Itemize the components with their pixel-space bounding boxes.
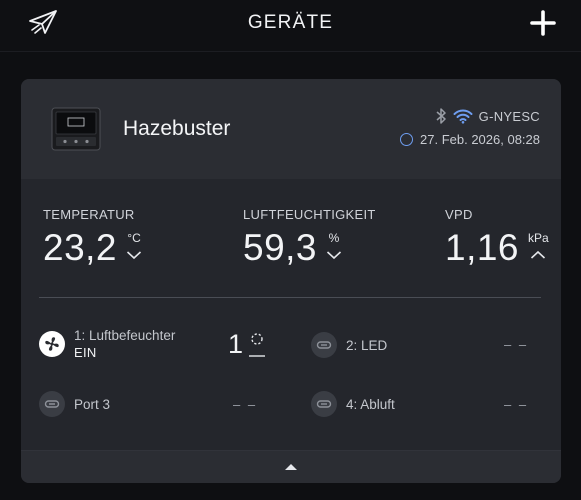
port-value: 1 (228, 329, 244, 359)
reading-unit: °C (127, 231, 141, 245)
port-1[interactable]: 1: Luftbefeuchter EIN (39, 328, 175, 360)
device-card[interactable]: Hazebuster G-NYESC 27. Feb. 2026, 08:28 … (21, 79, 561, 483)
port-name: 1: Luftbefeuchter (74, 328, 176, 343)
plug-icon (311, 391, 337, 417)
port-2[interactable]: 2: LED (311, 332, 387, 358)
status-ring-icon (400, 132, 414, 146)
plug-icon (311, 332, 337, 358)
chevron-down-icon (326, 251, 342, 260)
controller-device-icon (51, 107, 101, 151)
reading-unit: kPa (528, 231, 549, 245)
port-4[interactable]: 4: Abluft (311, 391, 395, 417)
reading-label: VPD (445, 207, 473, 222)
last-update-time: 27. Feb. 2026, 08:28 (420, 131, 540, 147)
port-value: – – (504, 397, 529, 412)
port-state: EIN (74, 345, 97, 360)
connection-id: G-NYESC (478, 108, 540, 124)
chevron-up-icon[interactable] (283, 462, 299, 472)
chevron-up-icon (531, 250, 546, 259)
port-value: – – (233, 397, 258, 412)
last-update-row: 27. Feb. 2026, 08:28 (400, 130, 540, 148)
device-name: Hazebuster (123, 117, 231, 140)
port-3[interactable]: Port 3 (39, 391, 110, 417)
port-name: 2: LED (346, 337, 388, 353)
temperature-reading[interactable]: TEMPERATUR 23,2 °C (43, 207, 142, 268)
reading-value: 1,16 (445, 227, 520, 268)
reading-label: LUFTFEUCHTIGKEIT (243, 207, 376, 222)
humidity-reading[interactable]: LUFTFEUCHTIGKEIT 59,3 % (243, 207, 376, 268)
speed-level-icon (249, 333, 265, 357)
reading-unit: % (328, 231, 340, 245)
card-collapse-bar[interactable] (21, 450, 561, 483)
device-card-header[interactable]: Hazebuster G-NYESC 27. Feb. 2026, 08:28 (21, 79, 561, 179)
connection-row: G-NYESC (435, 107, 540, 125)
reading-value: 23,2 (43, 227, 118, 268)
divider (39, 297, 541, 298)
plus-icon[interactable] (529, 9, 557, 37)
plug-icon (39, 391, 65, 417)
top-bar: GERÄTE (0, 0, 581, 52)
port-name: Port 3 (74, 396, 111, 412)
wifi-icon (453, 109, 473, 124)
vpd-reading[interactable]: VPD 1,16 kPa (445, 207, 549, 268)
chevron-down-icon (126, 251, 142, 260)
bluetooth-icon (436, 108, 446, 124)
reading-label: TEMPERATUR (43, 207, 135, 222)
page-title: GERÄTE (247, 12, 334, 33)
fan-icon (39, 331, 65, 357)
reading-value: 59,3 (243, 227, 318, 268)
port-value: – – (504, 337, 529, 352)
port-name: 4: Abluft (346, 396, 395, 412)
